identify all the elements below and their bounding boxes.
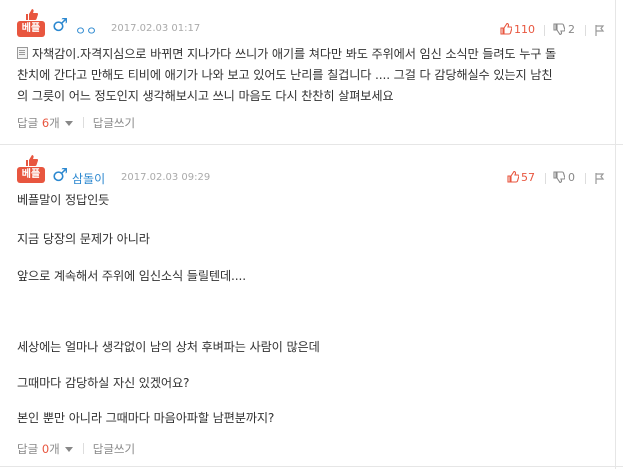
like-count: 110 — [514, 23, 535, 36]
chevron-down-icon — [64, 447, 73, 452]
divider — [0, 144, 623, 145]
comment-footer: 답글 6개 답글쓰기 — [17, 115, 135, 131]
thumbs-down-icon — [553, 171, 566, 184]
reply-toggle[interactable]: 답글 6개 — [17, 116, 73, 130]
nickname[interactable]: ㅇㅇ — [75, 22, 97, 39]
dislike-count: 2 — [568, 23, 575, 36]
like-button[interactable]: 57 — [507, 170, 535, 184]
thumbs-up-icon — [26, 9, 38, 20]
report-flag-icon[interactable] — [594, 25, 605, 36]
male-icon: ♂ — [52, 165, 69, 186]
document-icon — [17, 47, 28, 59]
comment-footer: 답글 0개 답글쓰기 — [17, 441, 135, 457]
thumbs-up-icon — [507, 170, 520, 183]
dislike-button[interactable]: 2 — [553, 23, 575, 36]
write-reply-link[interactable]: 답글쓰기 — [93, 442, 135, 456]
write-reply-link[interactable]: 답글쓰기 — [93, 116, 135, 130]
nickname[interactable]: 삼돌이 — [72, 170, 105, 187]
border-edge — [615, 0, 616, 469]
reply-toggle[interactable]: 답글 0개 — [17, 442, 73, 456]
dislike-count: 0 — [568, 171, 575, 184]
dislike-button[interactable]: 0 — [553, 171, 575, 184]
thumbs-up-icon — [26, 155, 38, 166]
report-flag-icon[interactable] — [594, 173, 605, 184]
comment: 베플 ♂ 삼돌이 2017.02.03 09:29 57 0 베플말이 정답인듯… — [0, 150, 623, 469]
like-button[interactable]: 110 — [500, 22, 535, 36]
comment: 베플 ♂ ㅇㅇ 2017.02.03 01:17 110 2 자책감이.자격지심… — [0, 0, 623, 146]
male-icon: ♂ — [52, 15, 69, 36]
chevron-down-icon — [64, 121, 73, 126]
comment-date: 2017.02.03 01:17 — [111, 23, 201, 34]
comment-date: 2017.02.03 09:29 — [121, 172, 211, 183]
like-count: 57 — [521, 171, 535, 184]
thumbs-down-icon — [553, 23, 566, 36]
thumbs-up-icon — [500, 22, 513, 35]
divider — [0, 466, 623, 467]
